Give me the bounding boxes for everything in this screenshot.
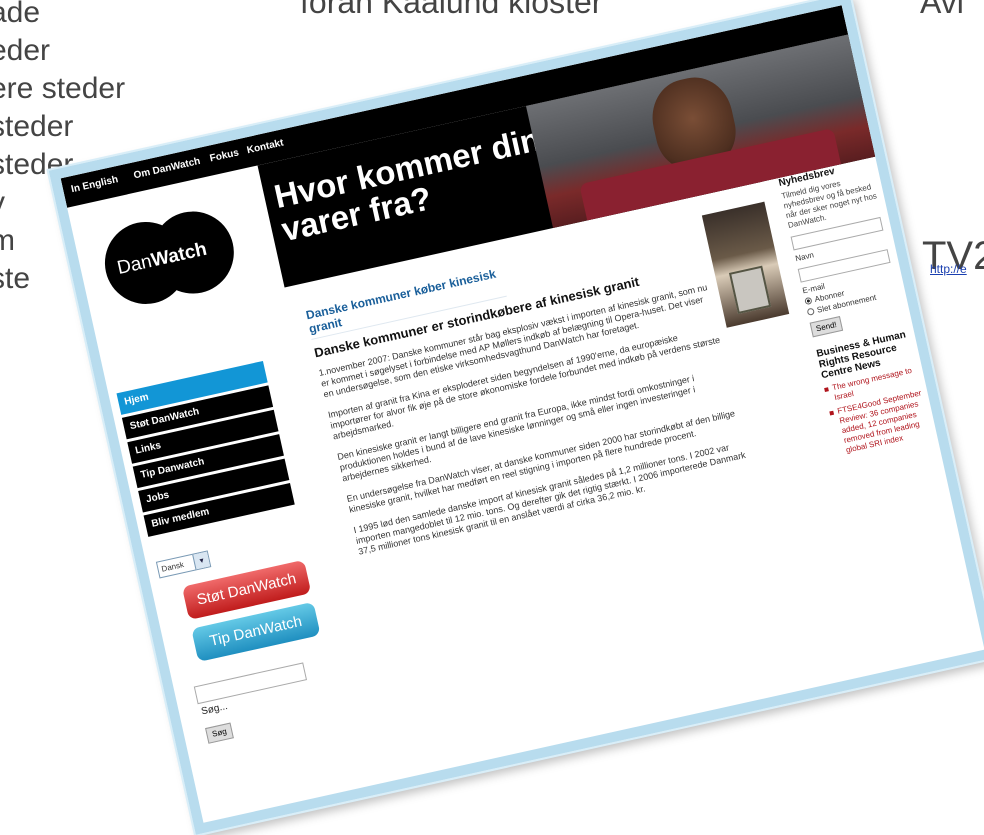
- search-input[interactable]: [193, 662, 308, 705]
- search-label: Søg...: [200, 700, 229, 718]
- danwatch-logo[interactable]: DanWatch: [97, 203, 242, 312]
- screenshot-wrapper: In English Om DanWatch Fokus Kontakt Hvo…: [48, 0, 984, 835]
- language-value: Dansk: [160, 560, 185, 574]
- newsletter-send-button[interactable]: Send!: [809, 316, 844, 338]
- chevron-down-icon[interactable]: ▾: [192, 551, 211, 570]
- nav-in-english[interactable]: In English: [70, 174, 119, 195]
- news-list: The wrong message to Israel FTSE4Good Se…: [823, 364, 937, 458]
- right-column: Nyhedsbrev Tilmeld dig vores nyhedsbrev …: [778, 157, 938, 462]
- nav-fokus[interactable]: Fokus: [209, 147, 240, 164]
- website-screenshot: In English Om DanWatch Fokus Kontakt Hvo…: [48, 0, 984, 835]
- nav-kontakt[interactable]: Kontakt: [246, 137, 285, 156]
- nav-om-danwatch[interactable]: Om DanWatch: [133, 156, 202, 181]
- slide-line: steder: [0, 110, 74, 143]
- article-photo-portrait: [728, 265, 772, 315]
- radio-checked-icon[interactable]: [804, 296, 813, 306]
- slide-line: ade: [0, 0, 41, 29]
- slide-line: eder: [0, 34, 51, 67]
- language-select[interactable]: Dansk ▾: [155, 550, 212, 579]
- sidebar-nav: Hjem Støt DanWatch Links Tip Danwatch Jo…: [116, 360, 295, 540]
- radio-unchecked-icon[interactable]: [806, 307, 815, 316]
- slide-line: ere steder: [0, 72, 126, 105]
- search-button[interactable]: Søg: [205, 722, 234, 744]
